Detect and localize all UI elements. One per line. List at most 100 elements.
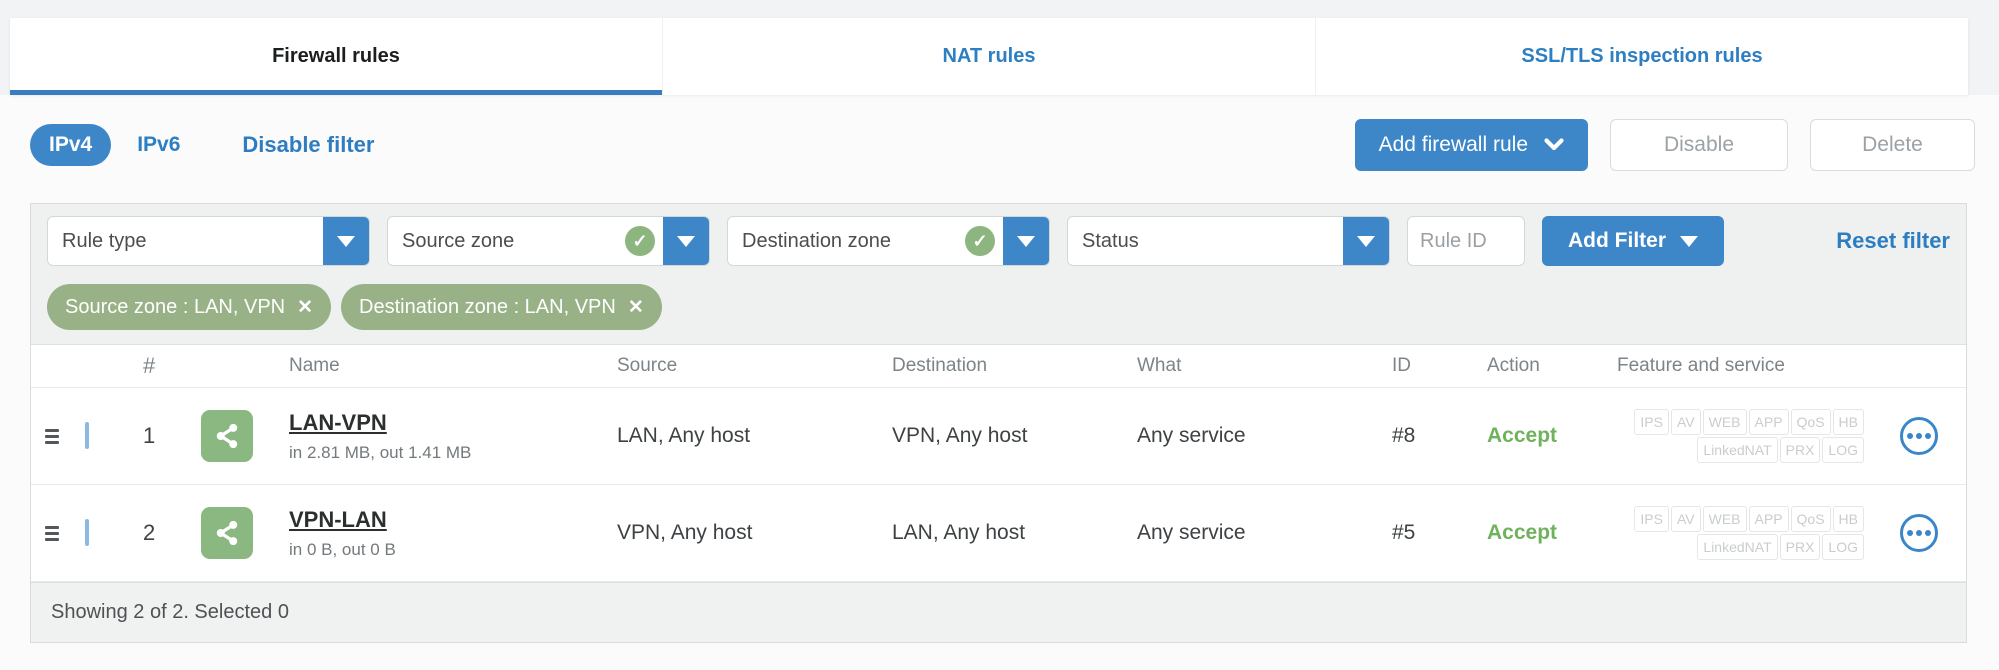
rule-destination: VPN, Any host — [892, 424, 1028, 447]
triangle-down-icon — [1357, 235, 1375, 247]
source-zone-dropdown[interactable]: Source zone ✓ — [387, 216, 710, 266]
chevron-down-icon — [1544, 138, 1564, 152]
row-number: 1 — [143, 423, 156, 448]
tabbar: Firewall rules NAT rules SSL/TLS inspect… — [10, 18, 1968, 95]
chip-label: Destination zone : LAN, VPN — [359, 295, 616, 318]
header-id: ID — [1392, 355, 1411, 376]
table-row: 2 VPN-LAN in 0 B, out 0 B VPN, Any host … — [31, 485, 1966, 582]
rule-id: #8 — [1392, 424, 1416, 447]
row-number: 2 — [143, 520, 156, 545]
add-filter-button[interactable]: Add Filter — [1542, 216, 1724, 266]
tab-nat-rules[interactable]: NAT rules — [662, 18, 1315, 95]
rule-action: Accept — [1487, 521, 1558, 544]
header-source: Source — [617, 355, 678, 376]
add-firewall-rule-label: Add firewall rule — [1378, 133, 1528, 156]
triangle-down-icon — [677, 235, 695, 247]
filter-bar: Rule type Source zone ✓ Destination zone… — [31, 204, 1966, 274]
reset-filter-link[interactable]: Reset filter — [1836, 228, 1950, 254]
rule-type-label: Rule type — [62, 229, 147, 252]
toolbar: IPv4 IPv6 Disable filter Add firewall ru… — [30, 117, 1975, 173]
tab-ssl-tls-inspection-rules[interactable]: SSL/TLS inspection rules — [1315, 18, 1968, 95]
rule-destination: LAN, Any host — [892, 521, 1026, 544]
add-firewall-rule-button[interactable]: Add firewall rule — [1354, 119, 1588, 171]
tab-firewall-rules[interactable]: Firewall rules — [10, 18, 662, 95]
rule-id-input[interactable] — [1407, 216, 1525, 266]
badge-hb: HB — [1832, 506, 1864, 532]
rule-traffic: in 0 B, out 0 B — [289, 539, 396, 559]
triangle-down-icon — [1017, 235, 1035, 247]
dropdown-arrow-button[interactable] — [663, 217, 709, 265]
header-name: Name — [289, 355, 340, 376]
active-filter-chips: Source zone : LAN, VPN ✕ Destination zon… — [31, 274, 1966, 344]
table-row: 1 LAN-VPN in 2.81 MB, out 1.41 MB LAN, A… — [31, 388, 1966, 485]
badge-ips: IPS — [1634, 409, 1669, 435]
badge-av: AV — [1670, 409, 1701, 435]
badge-prx: PRX — [1779, 437, 1821, 463]
filter-section: Rule type Source zone ✓ Destination zone… — [31, 204, 1966, 344]
rule-id: #5 — [1392, 521, 1416, 544]
rule-traffic: in 2.81 MB, out 1.41 MB — [289, 442, 472, 462]
row-checkbox[interactable] — [85, 422, 89, 449]
share-icon — [201, 507, 253, 559]
feature-badges: IPS AV WEB APP QoS HB LinkedNAT PRX LOG — [1617, 408, 1871, 464]
filter-chip-source-zone: Source zone : LAN, VPN ✕ — [47, 284, 332, 330]
header-num: # — [143, 353, 156, 378]
badge-app: APP — [1748, 506, 1789, 532]
triangle-down-icon — [1680, 235, 1698, 247]
badge-web: WEB — [1702, 409, 1747, 435]
drag-handle-icon[interactable] — [45, 525, 59, 541]
badge-log: LOG — [1822, 534, 1864, 560]
row-count-summary: Showing 2 of 2. Selected 0 — [51, 601, 289, 623]
badge-ips: IPS — [1634, 506, 1669, 532]
header-destination: Destination — [892, 355, 988, 376]
rule-name-link[interactable]: VPN-LAN — [289, 507, 387, 533]
remove-chip-icon[interactable]: ✕ — [297, 296, 313, 319]
badge-log: LOG — [1822, 437, 1864, 463]
triangle-down-icon — [337, 235, 355, 247]
tab-strip: Firewall rules NAT rules SSL/TLS inspect… — [0, 0, 1999, 95]
dropdown-arrow-button[interactable] — [1343, 217, 1389, 265]
add-filter-label: Add Filter — [1568, 229, 1666, 252]
source-zone-label: Source zone — [402, 229, 515, 252]
destination-zone-dropdown[interactable]: Destination zone ✓ — [727, 216, 1050, 266]
disable-button[interactable]: Disable — [1610, 119, 1788, 171]
rule-what: Any service — [1137, 521, 1246, 544]
badge-prx: PRX — [1779, 534, 1821, 560]
destination-zone-label: Destination zone — [742, 229, 891, 252]
badge-hb: HB — [1832, 409, 1864, 435]
row-checkbox[interactable] — [85, 519, 89, 546]
ipv4-toggle[interactable]: IPv4 — [30, 124, 112, 166]
ipv6-toggle[interactable]: IPv6 — [137, 133, 180, 157]
row-menu-ellipsis-icon[interactable] — [1899, 417, 1938, 455]
feature-badges: IPS AV WEB APP QoS HB LinkedNAT PRX LOG — [1617, 505, 1871, 561]
rule-source: LAN, Any host — [617, 424, 751, 447]
check-circle-icon: ✓ — [625, 226, 655, 256]
share-icon — [201, 410, 253, 462]
badge-linkednat: LinkedNAT — [1697, 534, 1778, 560]
status-label: Status — [1082, 229, 1139, 252]
badge-av: AV — [1670, 506, 1701, 532]
header-features: Feature and service — [1617, 355, 1785, 376]
badge-app: APP — [1748, 409, 1789, 435]
remove-chip-icon[interactable]: ✕ — [628, 296, 644, 319]
row-menu-ellipsis-icon[interactable] — [1899, 514, 1938, 552]
rule-what: Any service — [1137, 424, 1246, 447]
badge-web: WEB — [1702, 506, 1747, 532]
status-dropdown[interactable]: Status — [1067, 216, 1390, 266]
header-action: Action — [1487, 355, 1540, 376]
badge-qos: QoS — [1790, 409, 1831, 435]
chip-label: Source zone : LAN, VPN — [65, 295, 286, 318]
table-header: # Name Source Destination What ID Action… — [31, 344, 1966, 388]
drag-handle-icon[interactable] — [45, 428, 59, 444]
filter-chip-destination-zone: Destination zone : LAN, VPN ✕ — [341, 284, 662, 330]
badge-qos: QoS — [1790, 506, 1831, 532]
firewall-rules-panel: Rule type Source zone ✓ Destination zone… — [30, 203, 1967, 643]
rule-type-dropdown[interactable]: Rule type — [47, 216, 370, 266]
rule-name-link[interactable]: LAN-VPN — [289, 410, 387, 436]
dropdown-arrow-button[interactable] — [323, 217, 369, 265]
delete-button[interactable]: Delete — [1810, 119, 1975, 171]
disable-filter-link[interactable]: Disable filter — [242, 132, 374, 158]
dropdown-arrow-button[interactable] — [1003, 217, 1049, 265]
check-circle-icon: ✓ — [965, 226, 995, 256]
badge-linkednat: LinkedNAT — [1697, 437, 1778, 463]
